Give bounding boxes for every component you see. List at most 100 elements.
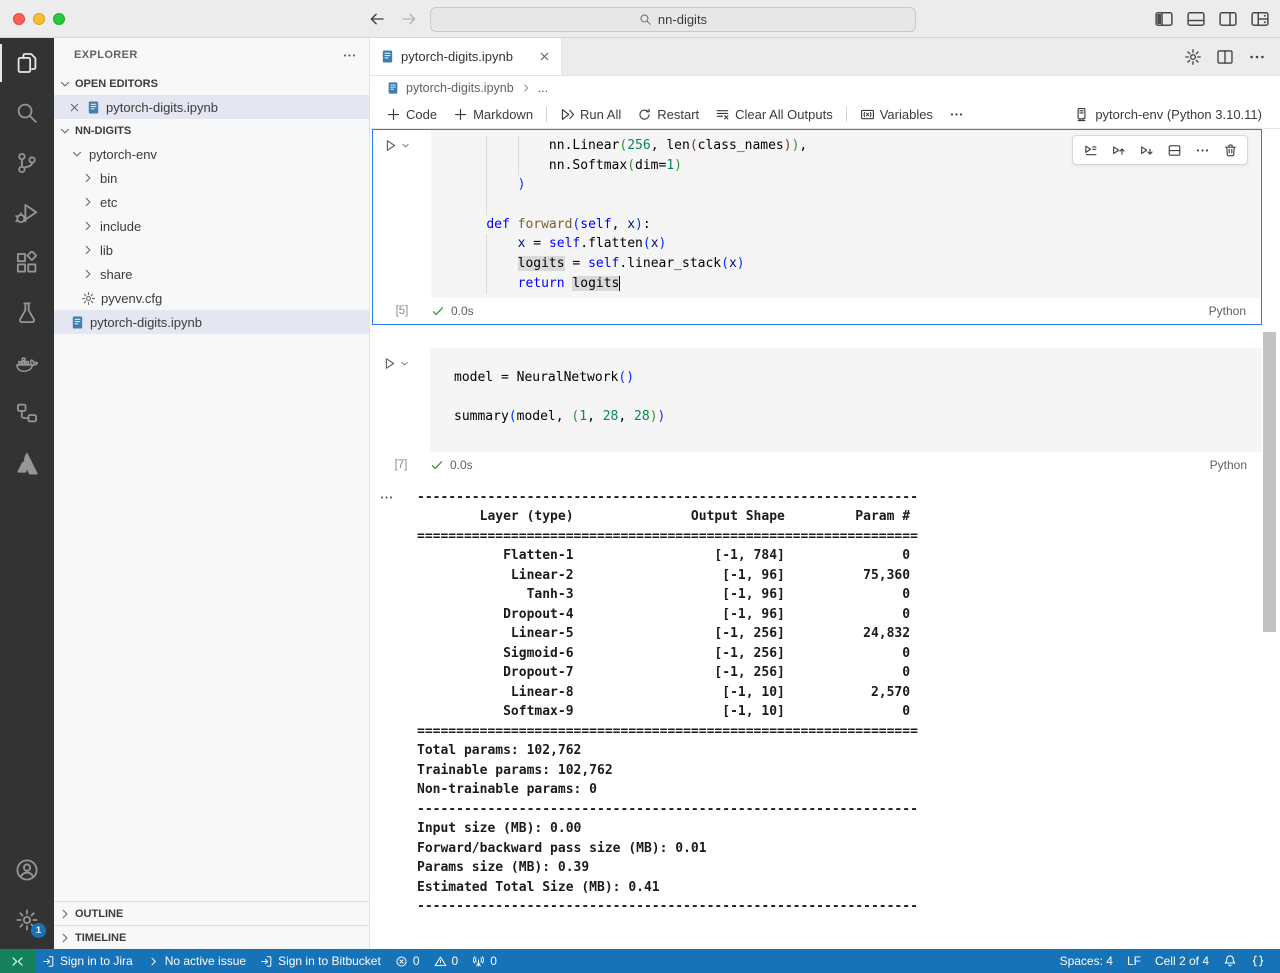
- delete-cell-button[interactable]: [1217, 138, 1243, 162]
- output-collapse-toggle[interactable]: [379, 490, 394, 505]
- tree-item-lib[interactable]: lib: [54, 238, 369, 262]
- code-line: [455, 195, 1261, 215]
- activity-item-hierarchy[interactable]: [0, 388, 54, 438]
- indent-guide: [486, 195, 488, 215]
- cell-language[interactable]: Python: [1210, 458, 1262, 472]
- restart-button[interactable]: Restart: [629, 101, 707, 127]
- ellipsis-icon[interactable]: [1248, 48, 1266, 66]
- indent-guide: [486, 136, 488, 156]
- activity-item-explorer[interactable]: [0, 38, 54, 88]
- outline-section-header[interactable]: OUTLINE: [54, 901, 369, 925]
- activity-item-accounts[interactable]: [0, 845, 54, 895]
- tree-item-pyvenv.cfg[interactable]: pyvenv.cfg: [54, 286, 369, 310]
- output-text: ----------------------------------------…: [417, 489, 918, 915]
- indentation[interactable]: Spaces: 4: [1053, 949, 1120, 973]
- execute-below-icon: [1139, 143, 1154, 158]
- bitbucket-sign-in[interactable]: Sign in to Bitbucket: [253, 949, 388, 973]
- more-actions-icon: [1195, 143, 1210, 158]
- more-actions-button[interactable]: [1189, 138, 1215, 162]
- warnings[interactable]: 0: [427, 949, 466, 973]
- add-code-button[interactable]: Code: [378, 101, 445, 127]
- active-issue[interactable]: No active issue: [140, 949, 253, 973]
- tree-item-label: pyvenv.cfg: [101, 290, 163, 306]
- tab-pytorch-digits[interactable]: pytorch-digits.ipynb: [370, 38, 562, 75]
- explorer-more-actions-icon[interactable]: [342, 48, 357, 63]
- remote-indicator[interactable]: [0, 949, 35, 973]
- activity-item-docker[interactable]: [0, 338, 54, 388]
- explorer-sidebar: EXPLORER OPEN EDITORS pytorch-digits.ipy…: [54, 38, 370, 949]
- activity-item-extensions[interactable]: [0, 238, 54, 288]
- code-line: def forward(self, x):: [486, 216, 651, 232]
- run-cell-button[interactable]: [383, 138, 411, 153]
- chevron-right-icon: [58, 907, 72, 921]
- execute-below-button[interactable]: [1133, 138, 1159, 162]
- open-editors-header[interactable]: OPEN EDITORS: [54, 72, 369, 95]
- add-markdown-button[interactable]: Markdown: [445, 101, 541, 127]
- gear-icon: [81, 291, 96, 306]
- run-all-icon: [560, 107, 575, 122]
- jira-sign-in[interactable]: Sign in to Jira: [35, 949, 140, 973]
- toggle-panel-icon[interactable]: [1186, 9, 1206, 29]
- more-toolbar-actions-button[interactable]: [941, 101, 972, 127]
- forward-arrow-icon[interactable]: [400, 10, 418, 28]
- variables-button[interactable]: Variables: [852, 101, 941, 127]
- tree-item-share[interactable]: share: [54, 262, 369, 286]
- customize-layout-icon[interactable]: [1250, 9, 1270, 29]
- timeline-section-header[interactable]: TIMELINE: [54, 925, 369, 949]
- close-tab-icon[interactable]: [538, 50, 551, 63]
- errors[interactable]: 0: [388, 949, 427, 973]
- add-icon: [453, 107, 468, 122]
- play-icon: [382, 356, 397, 371]
- activity-item-source-control[interactable]: [0, 138, 54, 188]
- run-cell-button[interactable]: [382, 356, 410, 371]
- tree-item-include[interactable]: include: [54, 214, 369, 238]
- activity-bar-bottom: 1: [0, 845, 54, 949]
- toggle-secondary-sidebar-icon[interactable]: [1218, 9, 1238, 29]
- tree-item-pytorch-digits.ipynb[interactable]: pytorch-digits.ipynb: [54, 310, 369, 334]
- toggle-sidebar-icon[interactable]: [1154, 9, 1174, 29]
- activity-item-atlassian[interactable]: [0, 438, 54, 488]
- command-center-search[interactable]: nn-digits: [430, 7, 916, 32]
- open-editor-item[interactable]: pytorch-digits.ipynb: [54, 95, 369, 119]
- split-cell-button[interactable]: [1161, 138, 1187, 162]
- tree-item-pytorch-env[interactable]: pytorch-env: [54, 142, 369, 166]
- success-check-icon: [431, 304, 445, 318]
- editor-scrollbar[interactable]: [1263, 332, 1276, 632]
- chevron-right-icon: [147, 955, 160, 968]
- notifications[interactable]: [1216, 949, 1244, 973]
- cell-language[interactable]: Python: [1209, 304, 1261, 318]
- activity-item-run-and-debug[interactable]: [0, 188, 54, 238]
- close-icon[interactable]: [68, 101, 81, 114]
- back-arrow-icon[interactable]: [368, 10, 386, 28]
- add-code-button-label: Code: [406, 106, 438, 122]
- zoom-window-button[interactable]: [53, 13, 65, 25]
- close-window-button[interactable]: [13, 13, 25, 25]
- tree-item-etc[interactable]: etc: [54, 190, 369, 214]
- run-all-button[interactable]: Run All: [552, 101, 629, 127]
- split-editor-icon[interactable]: [1216, 48, 1234, 66]
- tree-item-label: pytorch-env: [89, 146, 157, 162]
- activity-item-search[interactable]: [0, 88, 54, 138]
- clear-all-outputs-button[interactable]: Clear All Outputs: [707, 101, 841, 127]
- execute-above-button[interactable]: [1105, 138, 1131, 162]
- workspace-tree: pytorch-env bin etc include lib share pyvenv.c…: [54, 142, 369, 334]
- run-by-line-button[interactable]: [1077, 138, 1103, 162]
- braces[interactable]: [1244, 949, 1272, 973]
- workspace-header[interactable]: NN-DIGITS: [54, 119, 369, 142]
- tree-item-bin[interactable]: bin: [54, 166, 369, 190]
- minimize-window-button[interactable]: [33, 13, 45, 25]
- breadcrumb-file[interactable]: pytorch-digits.ipynb: [406, 81, 514, 95]
- activity-item-settings[interactable]: 1: [0, 895, 54, 945]
- cell-code-editor[interactable]: model = NeuralNetwork() summary(model, (1…: [430, 347, 1262, 452]
- breadcrumb[interactable]: pytorch-digits.ipynb ...: [370, 76, 1280, 100]
- indent-guide: [486, 175, 488, 196]
- kernel-picker[interactable]: pytorch-env (Python 3.10.11): [1074, 107, 1272, 122]
- output-gutter: [372, 488, 417, 917]
- activity-item-testing[interactable]: [0, 288, 54, 338]
- eol[interactable]: LF: [1120, 949, 1148, 973]
- cell-position[interactable]: Cell 2 of 4: [1148, 949, 1216, 973]
- sidebar-bottom-sections: OUTLINE TIMELINE: [54, 901, 369, 949]
- gear-icon[interactable]: [1184, 48, 1202, 66]
- breadcrumb-more[interactable]: ...: [538, 81, 548, 95]
- ports[interactable]: 0: [465, 949, 504, 973]
